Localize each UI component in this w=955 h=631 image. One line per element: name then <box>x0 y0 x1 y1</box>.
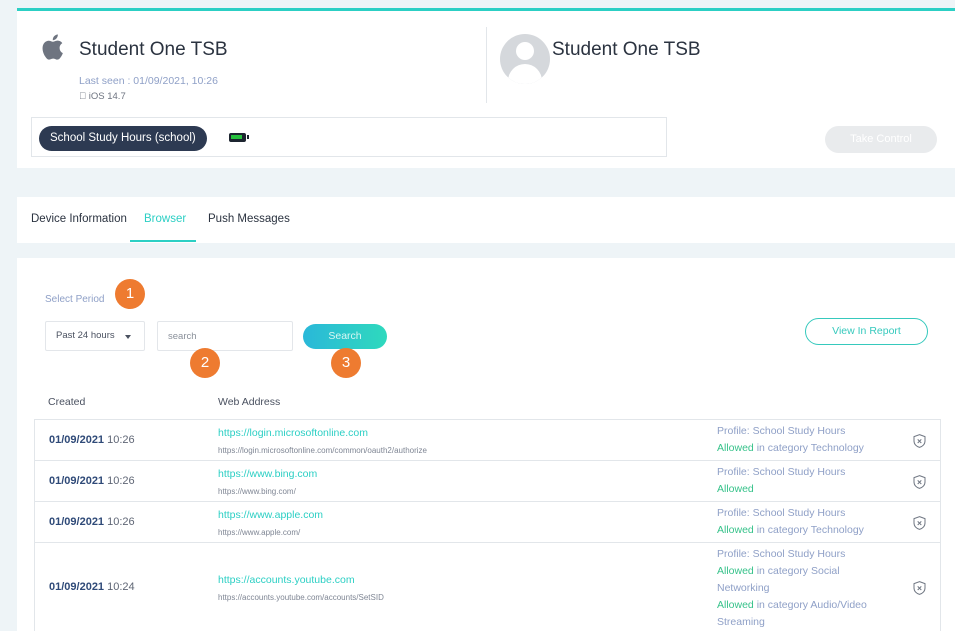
allowed-status: Allowed <box>717 565 754 577</box>
apple-icon <box>42 34 63 60</box>
search-button[interactable]: Search <box>303 324 387 349</box>
decision-line: Allowed in category Social Networking <box>717 563 882 597</box>
web-address-cell: https://login.microsoftonline.com https:/… <box>218 426 427 457</box>
profile-title: Profile: School Study Hours <box>717 425 846 437</box>
shield-icon[interactable] <box>913 581 926 595</box>
shield-icon[interactable] <box>913 434 926 448</box>
profile-cell: Profile: School Study Hours Allowed in ca… <box>717 546 882 631</box>
last-seen: Last seen : 01/09/2021, 10:26 <box>79 75 218 87</box>
created-date: 01/09/2021 <box>49 581 105 593</box>
device-name: Student One TSB <box>79 39 228 60</box>
decision-line: Allowed in category Technology <box>717 522 882 539</box>
os-label: iOS 14.7 <box>79 91 126 102</box>
active-tab-indicator <box>130 240 196 242</box>
created-time: 10:26 <box>107 474 135 487</box>
allowed-status: Allowed <box>717 599 754 611</box>
tab-device-information[interactable]: Device Information <box>31 213 127 225</box>
profile-title: Profile: School Study Hours <box>717 548 846 560</box>
created-cell: 01/09/2021 10:26 <box>49 516 135 528</box>
decision-line: Allowed in category Audio/Video Streamin… <box>717 597 882 631</box>
search-input[interactable] <box>157 321 293 351</box>
created-cell: 01/09/2021 10:26 <box>49 434 135 446</box>
browser-history-card: Select Period 1 Past 24 hours 2 Search 3… <box>17 258 955 631</box>
period-select[interactable]: Past 24 hours <box>45 321 145 351</box>
caret-down-icon <box>125 335 131 339</box>
host-link[interactable]: https://www.apple.com <box>218 508 323 523</box>
battery-icon <box>229 133 249 142</box>
full-url: https://www.bing.com/ <box>218 486 296 496</box>
category-text: in category Technology <box>753 442 864 454</box>
tabs-bar: Device Information Browser Push Messages <box>17 197 955 243</box>
web-address-cell: https://accounts.youtube.com https://acco… <box>218 573 384 604</box>
select-period-label: Select Period <box>45 294 105 305</box>
profile-pill[interactable]: School Study Hours (school) <box>39 126 207 151</box>
allowed-status: Allowed <box>717 483 754 495</box>
profile-cell: Profile: School Study Hours Allowed in ca… <box>717 505 882 539</box>
step-marker-1: 1 <box>115 279 145 309</box>
full-url: https://accounts.youtube.com/accounts/Se… <box>218 593 384 602</box>
profile-title: Profile: School Study Hours <box>717 466 846 478</box>
full-url: https://login.microsoftonline.com/common… <box>218 445 427 455</box>
take-control-button[interactable]: Take Control <box>825 126 937 153</box>
host-link[interactable]: https://www.bing.com <box>218 467 317 482</box>
device-header-card: Student One TSB Last seen : 01/09/2021, … <box>17 8 955 168</box>
step-marker-2: 2 <box>190 348 220 378</box>
table-row[interactable]: 01/09/2021 10:26 https://www.apple.com htt… <box>35 502 940 543</box>
avatar-icon <box>500 34 550 84</box>
table-row[interactable]: 01/09/2021 10:26 https://login.microsofto… <box>35 420 940 461</box>
decision-line: Allowed <box>717 481 882 498</box>
table-row[interactable]: 01/09/2021 10:26 https://www.bing.com http… <box>35 461 940 502</box>
user-name: Student One TSB <box>552 39 701 60</box>
allowed-status: Allowed <box>717 524 754 536</box>
created-time: 10:26 <box>107 515 135 528</box>
created-date: 01/09/2021 <box>49 474 105 487</box>
created-date: 01/09/2021 <box>49 515 105 528</box>
os-version:  iOS 14.7 <box>79 91 126 102</box>
created-date: 01/09/2021 <box>49 433 105 446</box>
created-time: 10:24 <box>107 581 135 593</box>
profile-cell: Profile: School Study Hours Allowed <box>717 464 882 498</box>
step-marker-3: 3 <box>331 348 361 378</box>
host-link[interactable]: https://accounts.youtube.com <box>218 573 384 588</box>
column-web-address: Web Address <box>218 396 281 408</box>
period-value: Past 24 hours <box>56 330 115 341</box>
table-row[interactable]: 01/09/2021 10:24 https://accounts.youtube… <box>35 543 940 631</box>
host-link[interactable]: https://login.microsoftonline.com <box>218 426 427 441</box>
tab-push-messages[interactable]: Push Messages <box>208 213 290 225</box>
created-cell: 01/09/2021 10:24 <box>49 581 135 593</box>
shield-icon[interactable] <box>913 516 926 530</box>
created-cell: 01/09/2021 10:26 <box>49 475 135 487</box>
allowed-status: Allowed <box>717 442 754 454</box>
full-url: https://www.apple.com/ <box>218 527 301 537</box>
view-in-report-button[interactable]: View In Report <box>805 318 928 345</box>
category-text: in category Technology <box>753 524 864 536</box>
tab-browser[interactable]: Browser <box>144 213 186 225</box>
shield-icon[interactable] <box>913 475 926 489</box>
profile-cell: Profile: School Study Hours Allowed in ca… <box>717 423 882 457</box>
profile-box: School Study Hours (school) <box>31 117 667 157</box>
decision-line: Allowed in category Technology <box>717 440 882 457</box>
history-table: 01/09/2021 10:26 https://login.microsofto… <box>34 419 941 631</box>
profile-title: Profile: School Study Hours <box>717 507 846 519</box>
column-created: Created <box>48 396 86 408</box>
apple-small-icon:  <box>79 91 86 102</box>
web-address-cell: https://www.bing.com https://www.bing.com… <box>218 467 317 498</box>
created-time: 10:26 <box>107 433 135 446</box>
web-address-cell: https://www.apple.com https://www.apple.c… <box>218 508 323 539</box>
header-divider <box>486 27 487 103</box>
